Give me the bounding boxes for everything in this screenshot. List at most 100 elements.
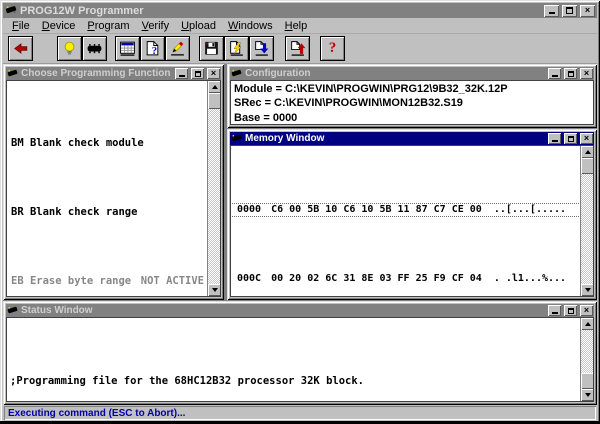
menu-item[interactable]: Program (81, 19, 135, 33)
configuration-window-titlebar[interactable]: Configuration × (230, 67, 594, 80)
program-button[interactable] (165, 36, 190, 61)
save-button[interactable] (199, 36, 224, 61)
configuration-window-title: Configuration (245, 68, 311, 79)
function-item-label: EB Erase byte range (11, 274, 132, 287)
menu-bar: File Device Program Verify Upload Window… (3, 18, 597, 34)
minimize-button[interactable] (544, 4, 559, 17)
verify-button[interactable]: ? (140, 36, 165, 61)
maximize-icon (567, 307, 574, 314)
minimize-button[interactable] (175, 68, 188, 79)
memory-window: Memory Window × 0000 C6 00 5B 10 C6 10 5… (227, 129, 597, 300)
function-item-label: BM Blank check module (11, 137, 144, 149)
menu-item[interactable]: Windows (222, 19, 279, 33)
scroll-up-button[interactable] (208, 81, 220, 93)
memory-window-titlebar[interactable]: Memory Window × (230, 132, 594, 145)
close-icon: × (583, 68, 590, 78)
memory-row[interactable]: 000C 00 20 02 6C 31 8E 03 FF 25 F9 CF 04… (231, 273, 580, 285)
mdi-client-area: Choose Programming Function × BM Blank c… (3, 64, 597, 405)
memory-grid-icon (119, 40, 136, 57)
configuration-line: SRec = C:\KEVIN\PROGWIN\MON12B32.S19 (234, 97, 463, 110)
function-list-item[interactable]: EB Erase byte range NOT ACTIVE (7, 274, 207, 288)
back-button[interactable] (8, 36, 33, 61)
scroll-down-button[interactable] (581, 284, 593, 296)
close-button[interactable]: × (580, 68, 593, 79)
red-back-arrow-icon (12, 40, 29, 57)
status-bar: Executing command (ESC to Abort)... (3, 405, 597, 421)
erase-module-button[interactable] (82, 36, 107, 61)
maximize-button[interactable] (562, 4, 577, 17)
memory-ascii: . .l1...%... (493, 272, 567, 284)
memory-address: 000C (237, 272, 262, 284)
minimize-button[interactable] (548, 133, 561, 144)
help-question-icon: ? (328, 40, 337, 56)
close-icon: × (210, 68, 217, 78)
function-list-item[interactable]: BR Blank check range (7, 206, 207, 219)
memory-address: 0000 (237, 204, 262, 215)
maximize-button[interactable] (191, 68, 204, 79)
function-window: Choose Programming Function × BM Blank c… (3, 64, 224, 300)
scrollbar-thumb[interactable] (581, 373, 593, 389)
close-button[interactable]: × (580, 305, 593, 316)
down-arrow-icon (211, 288, 218, 292)
prog12w-main-window: PROG12W Programmer × File Device Program… (0, 0, 600, 424)
program-module-button[interactable] (224, 36, 249, 61)
maximize-icon (566, 7, 573, 14)
status-scrollbar[interactable] (580, 318, 593, 401)
help-button[interactable]: ? (320, 36, 345, 61)
document-blue-arrow-icon (253, 40, 270, 57)
close-icon: × (583, 305, 590, 315)
minimize-icon (548, 12, 555, 14)
floppy-disk-icon (203, 40, 220, 57)
menu-item[interactable]: Device (36, 19, 82, 33)
menu-item[interactable]: Help (279, 19, 314, 33)
configuration-window: Configuration × Module = C:\KEVIN\PROGWI… (227, 64, 597, 128)
up-arrow-icon (584, 322, 591, 326)
show-module-button[interactable] (285, 36, 310, 61)
menu-item[interactable]: Verify (136, 19, 176, 33)
status-window-titlebar[interactable]: Status Window × (6, 304, 594, 317)
down-arrow-icon (584, 393, 591, 397)
scrollbar-thumb[interactable] (208, 93, 220, 109)
function-list-scrollbar[interactable] (207, 81, 220, 296)
pencil-icon (169, 40, 186, 57)
menu-item[interactable]: File (6, 19, 36, 33)
scroll-down-button[interactable] (208, 284, 220, 296)
status-bar-field: Executing command (ESC to Abort)... (4, 406, 596, 420)
minimize-icon (551, 311, 558, 314)
scrollbar-thumb[interactable] (581, 158, 593, 174)
blank-check-button[interactable] (57, 36, 82, 61)
close-button[interactable]: × (207, 68, 220, 79)
document-lightning-icon (228, 40, 245, 57)
app-chip-icon (5, 2, 17, 20)
minimize-button[interactable] (548, 305, 561, 316)
maximize-button[interactable] (564, 68, 577, 79)
maximize-button[interactable] (564, 305, 577, 316)
close-icon: × (584, 5, 591, 15)
scrollbar-track[interactable] (581, 330, 593, 389)
scrollbar-track[interactable] (581, 158, 593, 284)
memory-window-button[interactable] (115, 36, 140, 61)
scroll-up-button[interactable] (581, 318, 593, 330)
status-log-line: ;Programming file for the 68HC12B32 proc… (10, 375, 365, 387)
menu-item[interactable]: Upload (175, 19, 222, 33)
memory-scrollbar[interactable] (580, 146, 593, 296)
configuration-line: Base = 0000 (234, 111, 298, 124)
minimize-button[interactable] (548, 68, 561, 79)
memory-bytes: C6 00 5B 10 C6 10 5B 11 87 C7 CE 00 (271, 204, 482, 215)
scroll-down-button[interactable] (581, 389, 593, 401)
function-list: BM Blank check module BR Blank check ran… (7, 81, 207, 296)
maximize-button[interactable] (564, 133, 577, 144)
function-window-titlebar[interactable]: Choose Programming Function × (6, 67, 221, 80)
function-window-title: Choose Programming Function (21, 68, 171, 79)
scrollbar-track[interactable] (208, 93, 220, 284)
scroll-up-button[interactable] (581, 146, 593, 158)
maximize-icon (567, 135, 574, 142)
memory-row[interactable]: 0000 C6 00 5B 10 C6 10 5B 11 87 C7 CE 00… (231, 203, 580, 217)
close-button[interactable]: × (580, 133, 593, 144)
status-log: ;Programming file for the 68HC12B32 proc… (7, 318, 580, 401)
down-arrow-icon (584, 288, 591, 292)
close-button[interactable]: × (580, 4, 595, 17)
function-list-item[interactable]: BM Blank check module (7, 137, 207, 150)
memory-ascii: ..[...[..... (493, 204, 567, 215)
upload-module-button[interactable] (249, 36, 274, 61)
